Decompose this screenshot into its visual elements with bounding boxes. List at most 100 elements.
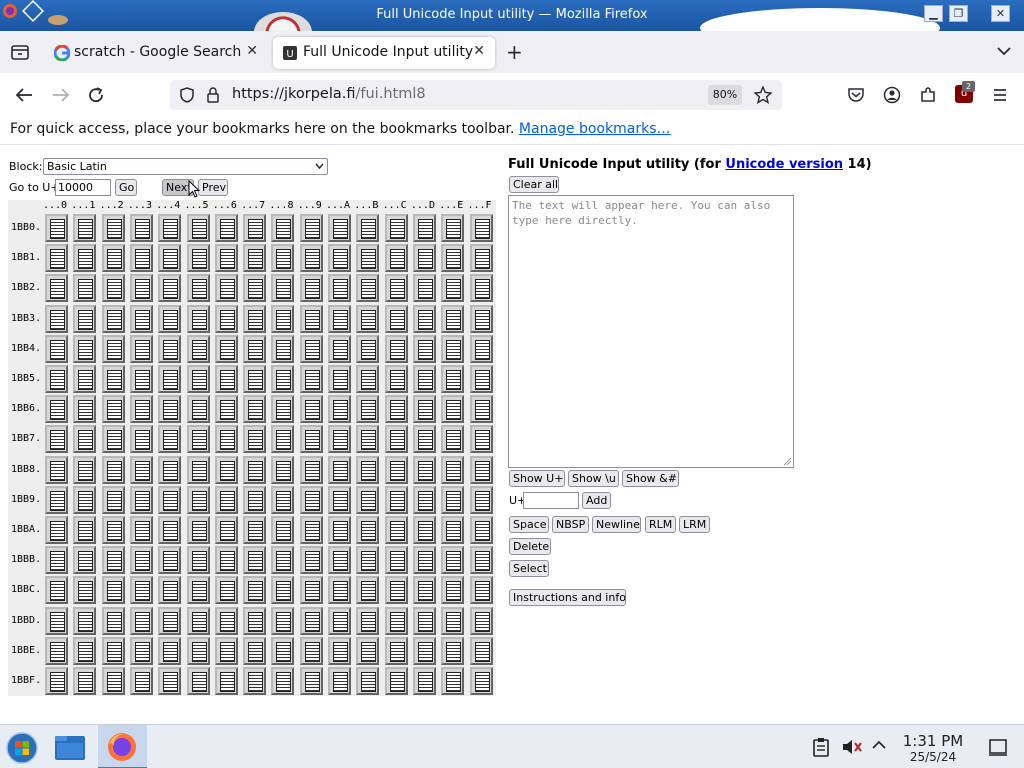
character-cell-button[interactable] xyxy=(299,304,323,333)
character-cell-button[interactable] xyxy=(73,214,97,242)
character-cell-button[interactable] xyxy=(412,636,436,665)
character-cell-button[interactable] xyxy=(214,576,238,605)
clear-all-button[interactable]: Clear all xyxy=(509,176,559,193)
character-cell-button[interactable] xyxy=(328,304,351,333)
character-cell-button[interactable] xyxy=(356,606,380,635)
file-manager-icon[interactable] xyxy=(54,733,86,761)
character-cell-button[interactable] xyxy=(328,274,351,303)
character-cell-button[interactable] xyxy=(129,455,153,484)
character-cell-button[interactable] xyxy=(214,606,238,635)
character-cell-button[interactable] xyxy=(441,546,465,575)
character-cell-button[interactable] xyxy=(441,334,465,363)
space-button[interactable]: Space xyxy=(509,516,549,533)
character-cell-button[interactable] xyxy=(328,365,351,393)
character-cell-button[interactable] xyxy=(129,365,153,393)
character-cell-button[interactable] xyxy=(101,516,125,544)
character-cell-button[interactable] xyxy=(158,274,182,303)
character-cell-button[interactable] xyxy=(101,395,125,424)
character-cell-button[interactable] xyxy=(356,636,380,665)
character-cell-button[interactable] xyxy=(469,636,493,665)
character-cell-button[interactable] xyxy=(101,455,125,484)
character-cell-button[interactable] xyxy=(328,667,351,695)
character-cell-button[interactable] xyxy=(214,485,238,514)
character-cell-button[interactable] xyxy=(356,546,380,575)
character-cell-button[interactable] xyxy=(243,395,267,424)
character-cell-button[interactable] xyxy=(299,516,323,544)
character-cell-button[interactable] xyxy=(214,244,238,273)
text-output-area[interactable]: The text will appear here. You can also … xyxy=(508,195,794,468)
character-cell-button[interactable] xyxy=(299,455,323,484)
character-cell-button[interactable] xyxy=(158,606,182,635)
start-menu-icon[interactable] xyxy=(5,731,39,765)
character-cell-button[interactable] xyxy=(158,334,182,363)
reload-icon[interactable] xyxy=(87,86,107,104)
character-cell-button[interactable] xyxy=(214,636,238,665)
character-cell-button[interactable] xyxy=(356,576,380,605)
character-cell-button[interactable] xyxy=(356,516,380,544)
character-cell-button[interactable] xyxy=(299,485,323,514)
character-cell-button[interactable] xyxy=(73,274,97,303)
character-cell-button[interactable] xyxy=(129,334,153,363)
select-button[interactable]: Select xyxy=(509,560,549,577)
character-cell-button[interactable] xyxy=(45,606,68,635)
lrm-button[interactable]: LRM xyxy=(679,516,710,533)
url-bar[interactable]: https://jkorpela.fi/fui.html8 80% xyxy=(170,80,782,110)
character-cell-button[interactable] xyxy=(73,304,97,333)
character-cell-button[interactable] xyxy=(129,395,153,424)
character-cell-button[interactable] xyxy=(271,425,295,454)
character-cell-button[interactable] xyxy=(328,576,351,605)
tray-expand-chevron-icon[interactable] xyxy=(872,740,886,750)
character-cell-button[interactable] xyxy=(441,516,465,544)
character-cell-button[interactable] xyxy=(243,546,267,575)
manage-bookmarks-link[interactable]: Manage bookmarks… xyxy=(519,121,671,137)
character-cell-button[interactable] xyxy=(243,606,267,635)
character-cell-button[interactable] xyxy=(328,485,351,514)
character-cell-button[interactable] xyxy=(441,395,465,424)
character-cell-button[interactable] xyxy=(412,485,436,514)
character-cell-button[interactable] xyxy=(299,244,323,273)
character-cell-button[interactable] xyxy=(384,365,408,393)
prev-button[interactable]: Prev xyxy=(198,179,228,196)
character-cell-button[interactable] xyxy=(271,455,295,484)
character-cell-button[interactable] xyxy=(469,606,493,635)
hamburger-menu-icon[interactable] xyxy=(991,86,1009,104)
character-cell-button[interactable] xyxy=(158,425,182,454)
character-cell-button[interactable] xyxy=(469,395,493,424)
character-cell-button[interactable] xyxy=(243,244,267,273)
character-cell-button[interactable] xyxy=(271,546,295,575)
close-tab-icon[interactable]: ✕ xyxy=(473,43,485,59)
character-cell-button[interactable] xyxy=(101,546,125,575)
resize-grip-icon[interactable] xyxy=(783,457,792,466)
character-cell-button[interactable] xyxy=(129,576,153,605)
character-cell-button[interactable] xyxy=(158,485,182,514)
character-cell-button[interactable] xyxy=(129,485,153,514)
character-cell-button[interactable] xyxy=(384,516,408,544)
character-cell-button[interactable] xyxy=(243,636,267,665)
character-cell-button[interactable] xyxy=(356,425,380,454)
character-cell-button[interactable] xyxy=(469,667,493,695)
character-cell-button[interactable] xyxy=(441,455,465,484)
character-cell-button[interactable] xyxy=(214,546,238,575)
character-cell-button[interactable] xyxy=(299,395,323,424)
rlm-button[interactable]: RLM xyxy=(645,516,676,533)
character-cell-button[interactable] xyxy=(356,395,380,424)
character-cell-button[interactable] xyxy=(101,244,125,273)
character-cell-button[interactable] xyxy=(243,274,267,303)
character-cell-button[interactable] xyxy=(45,304,68,333)
character-cell-button[interactable] xyxy=(384,425,408,454)
character-cell-button[interactable] xyxy=(129,274,153,303)
character-cell-button[interactable] xyxy=(328,546,351,575)
character-cell-button[interactable] xyxy=(299,214,323,242)
chevron-down-icon[interactable] xyxy=(996,45,1012,57)
character-cell-button[interactable] xyxy=(328,425,351,454)
character-cell-button[interactable] xyxy=(129,304,153,333)
character-cell-button[interactable] xyxy=(299,667,323,695)
tab-fui[interactable]: U Full Unicode Input utility ✕ xyxy=(273,37,495,69)
character-cell-button[interactable] xyxy=(186,546,210,575)
character-cell-button[interactable] xyxy=(186,304,210,333)
character-cell-button[interactable] xyxy=(469,365,493,393)
character-cell-button[interactable] xyxy=(412,455,436,484)
forward-icon[interactable] xyxy=(51,86,71,104)
delete-button[interactable]: Delete xyxy=(509,538,551,555)
character-cell-button[interactable] xyxy=(243,304,267,333)
